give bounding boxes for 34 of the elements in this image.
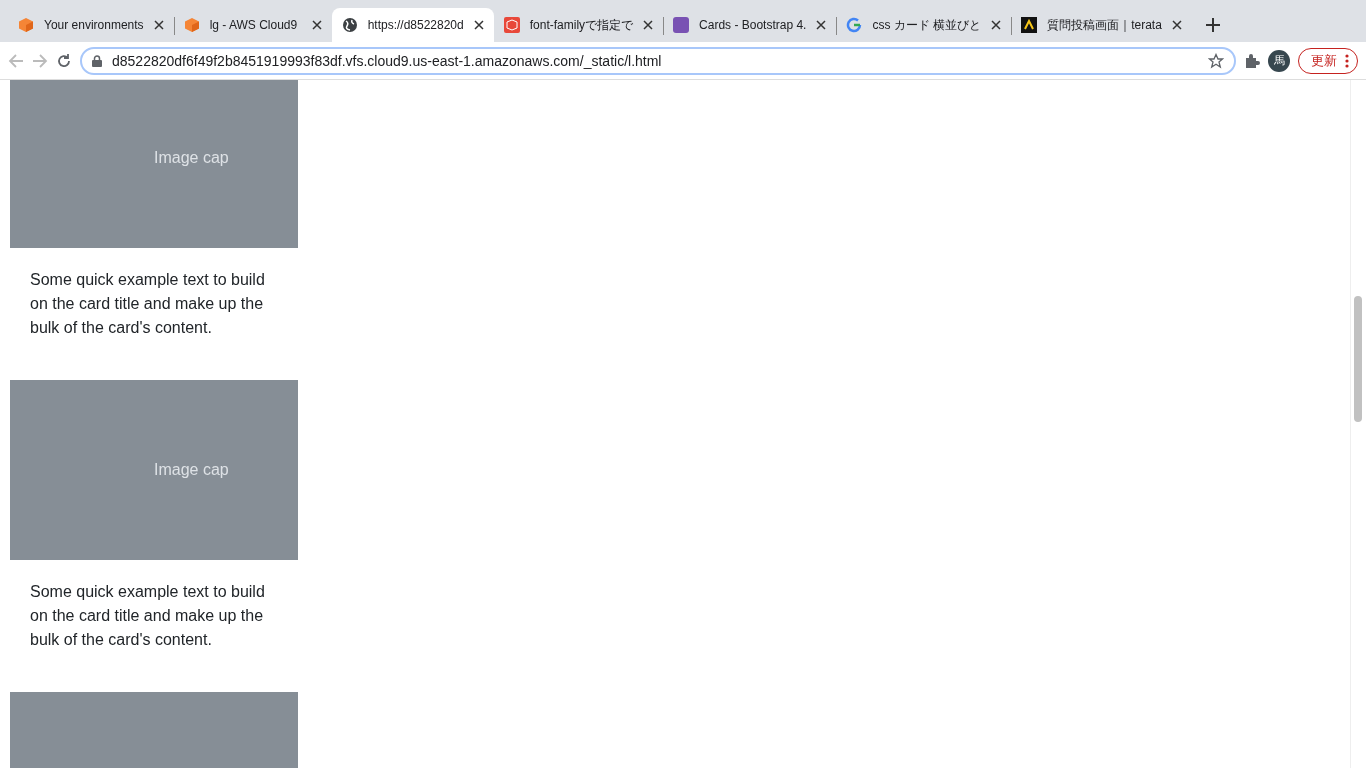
close-icon[interactable] (311, 20, 322, 30)
cube-icon (18, 17, 34, 33)
caret-up-icon (1021, 17, 1038, 33)
star-icon[interactable] (1208, 52, 1224, 69)
card-text: Some quick example text to build on the card title and make up the bulk of the card's content. (29, 582, 266, 650)
close-icon[interactable] (1171, 20, 1182, 30)
globe-icon (341, 17, 358, 33)
browser-tab[interactable]: 質問投稿画面｜terata (1011, 8, 1192, 42)
g-icon (846, 17, 863, 33)
cube-icon (183, 17, 200, 33)
browser-tab[interactable]: css カード 横並びと (836, 8, 1012, 42)
image-caption: Image cap (154, 149, 229, 167)
lock-icon (92, 54, 102, 67)
box-icon (503, 17, 520, 33)
browser-tab[interactable]: font-familyで指定で (493, 8, 664, 42)
address-bar[interactable]: d8522820df6f49f2b8451919993f83df.vfs.cloud9.us-east-1.amazonaws.com/_static/l.html (80, 46, 1236, 75)
close-icon[interactable] (643, 20, 654, 30)
close-icon[interactable] (153, 20, 164, 30)
browser-tab[interactable]: https://d8522820d (331, 8, 494, 42)
card-text: Some quick example text to build on the card title and make up the bulk of the card's content. (29, 270, 266, 338)
close-icon[interactable] (473, 20, 484, 30)
new-tab-icon[interactable] (1205, 18, 1220, 32)
close-icon[interactable] (816, 20, 827, 30)
browser-tab[interactable]: Your environments (8, 8, 174, 42)
image-caption: Image cap (154, 461, 229, 479)
close-icon[interactable] (991, 20, 1002, 30)
browser-tab[interactable]: lg - AWS Cloud9 (173, 8, 332, 42)
more-icon (1345, 53, 1349, 68)
url-text: d8522820df6f49f2b8451919993f83df.vfs.cloud9.us-east-1.amazonaws.com/_static/l.html (112, 52, 663, 69)
update-button[interactable]: 更新 (1298, 47, 1358, 74)
puzzle-icon[interactable] (1244, 52, 1260, 69)
browser-tab[interactable]: Cards - Bootstrap 4. (663, 8, 837, 42)
profile-avatar[interactable]: 馬 (1268, 49, 1290, 72)
reload-icon[interactable] (56, 52, 72, 69)
